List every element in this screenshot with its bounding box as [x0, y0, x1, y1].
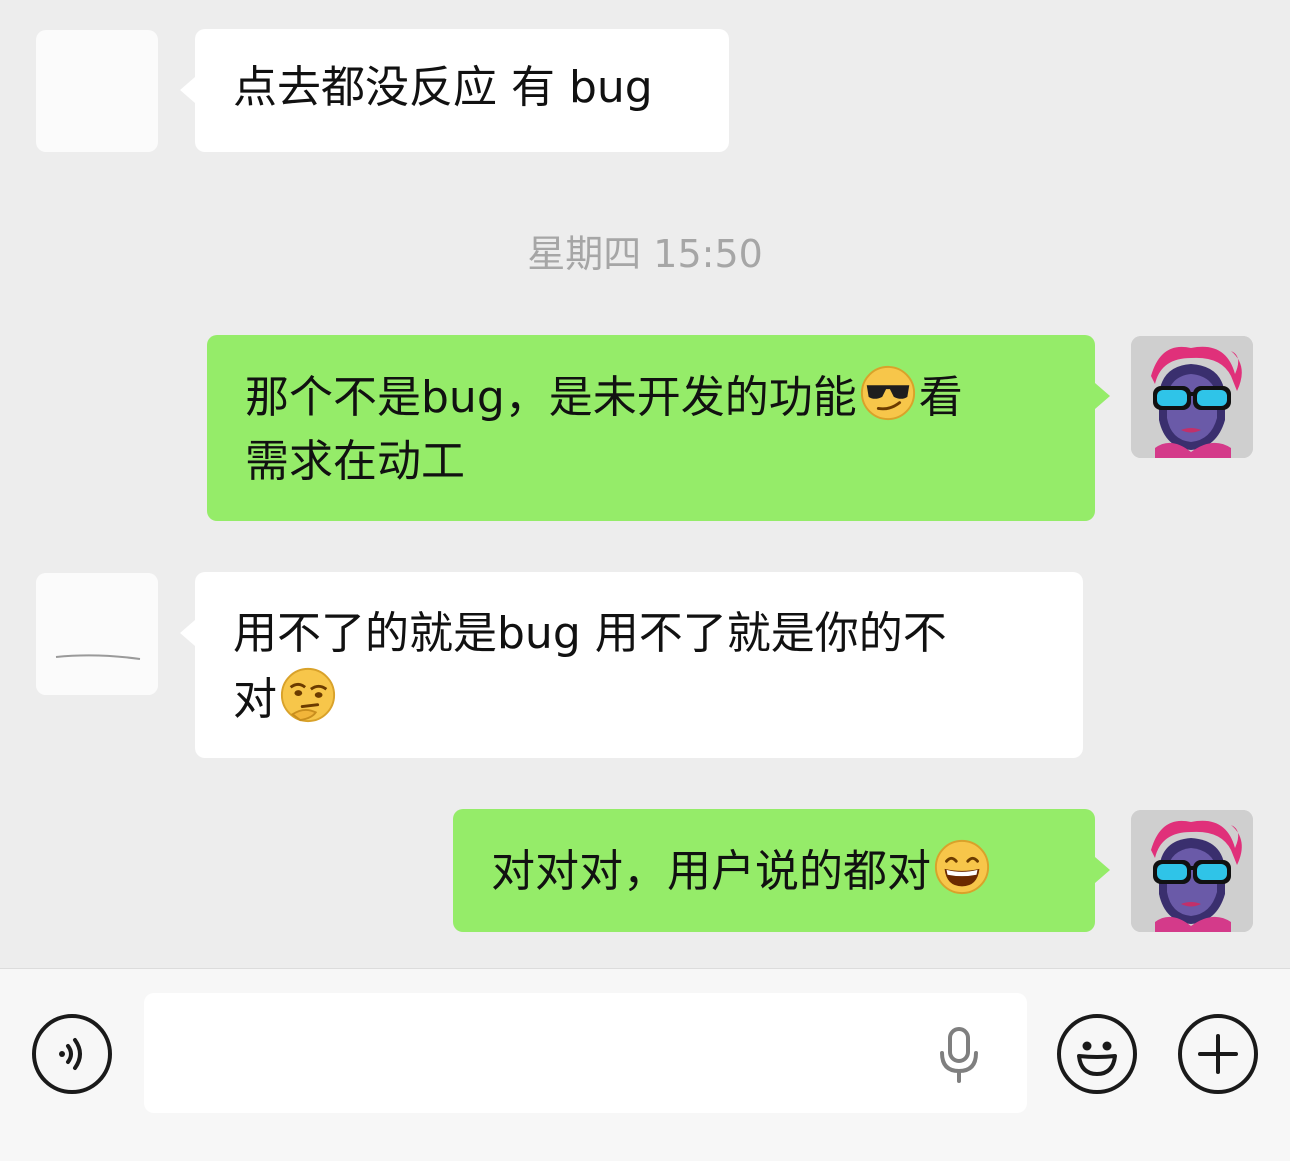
chat-area: 点去都没反应 有 bug 星期四 15:50 那个不是bug，是未开发的功能 看… — [0, 0, 1290, 968]
contact-avatar[interactable] — [36, 573, 158, 695]
message-line: 对 — [233, 666, 1045, 732]
bubble-tail — [1095, 857, 1110, 883]
emoji-button[interactable] — [1057, 1014, 1137, 1094]
timestamp: 星期四 15:50 — [527, 232, 763, 276]
message-text: 点去都没反应 有 bug — [233, 62, 653, 113]
message-text: 对 — [233, 674, 277, 725]
message-bubble-outgoing[interactable]: 对对对，用户说的都对 — [453, 809, 1110, 932]
voice-icon — [59, 1038, 82, 1070]
thinking-face-emoji-icon — [280, 667, 336, 723]
message-bubble-outgoing[interactable]: 那个不是bug，是未开发的功能 看 需求在动工 — [207, 335, 1110, 521]
avatar-sketch-icon — [36, 573, 158, 695]
message-bubble-incoming[interactable]: 用不了的就是bug 用不了就是你的不 对 — [180, 572, 1083, 758]
message-line: 对对对，用户说的都对 — [491, 838, 1057, 904]
bubble-tail — [180, 620, 195, 646]
message-line: 需求在动工 — [245, 436, 465, 487]
avatar-portrait-icon — [1131, 810, 1253, 932]
message-text: 那个不是bug，是未开发的功能 — [245, 372, 857, 423]
my-avatar[interactable] — [1131, 336, 1253, 458]
avatar-portrait-icon — [1131, 336, 1253, 458]
input-bar — [0, 968, 1290, 1161]
bubble-tail — [180, 77, 195, 103]
message-line: 用不了的就是bug 用不了就是你的不 — [233, 608, 947, 659]
message-text: 看 — [918, 372, 963, 423]
smiley-icon — [1077, 1041, 1117, 1076]
contact-avatar[interactable] — [36, 30, 158, 152]
message-input[interactable] — [144, 993, 1027, 1113]
message-bubble-incoming[interactable]: 点去都没反应 有 bug — [180, 29, 729, 152]
grinning-face-emoji-icon — [934, 839, 990, 895]
microphone-icon[interactable] — [934, 1025, 984, 1085]
smirk-sunglasses-emoji-icon — [860, 365, 915, 421]
bubble-tail — [1095, 383, 1110, 409]
plus-icon — [1198, 1034, 1238, 1074]
my-avatar[interactable] — [1131, 810, 1253, 932]
message-text: 对对对，用户说的都对 — [491, 846, 931, 897]
voice-button[interactable] — [32, 1014, 112, 1094]
add-button[interactable] — [1178, 1014, 1258, 1094]
message-line: 那个不是bug，是未开发的功能 看 — [245, 364, 1057, 430]
